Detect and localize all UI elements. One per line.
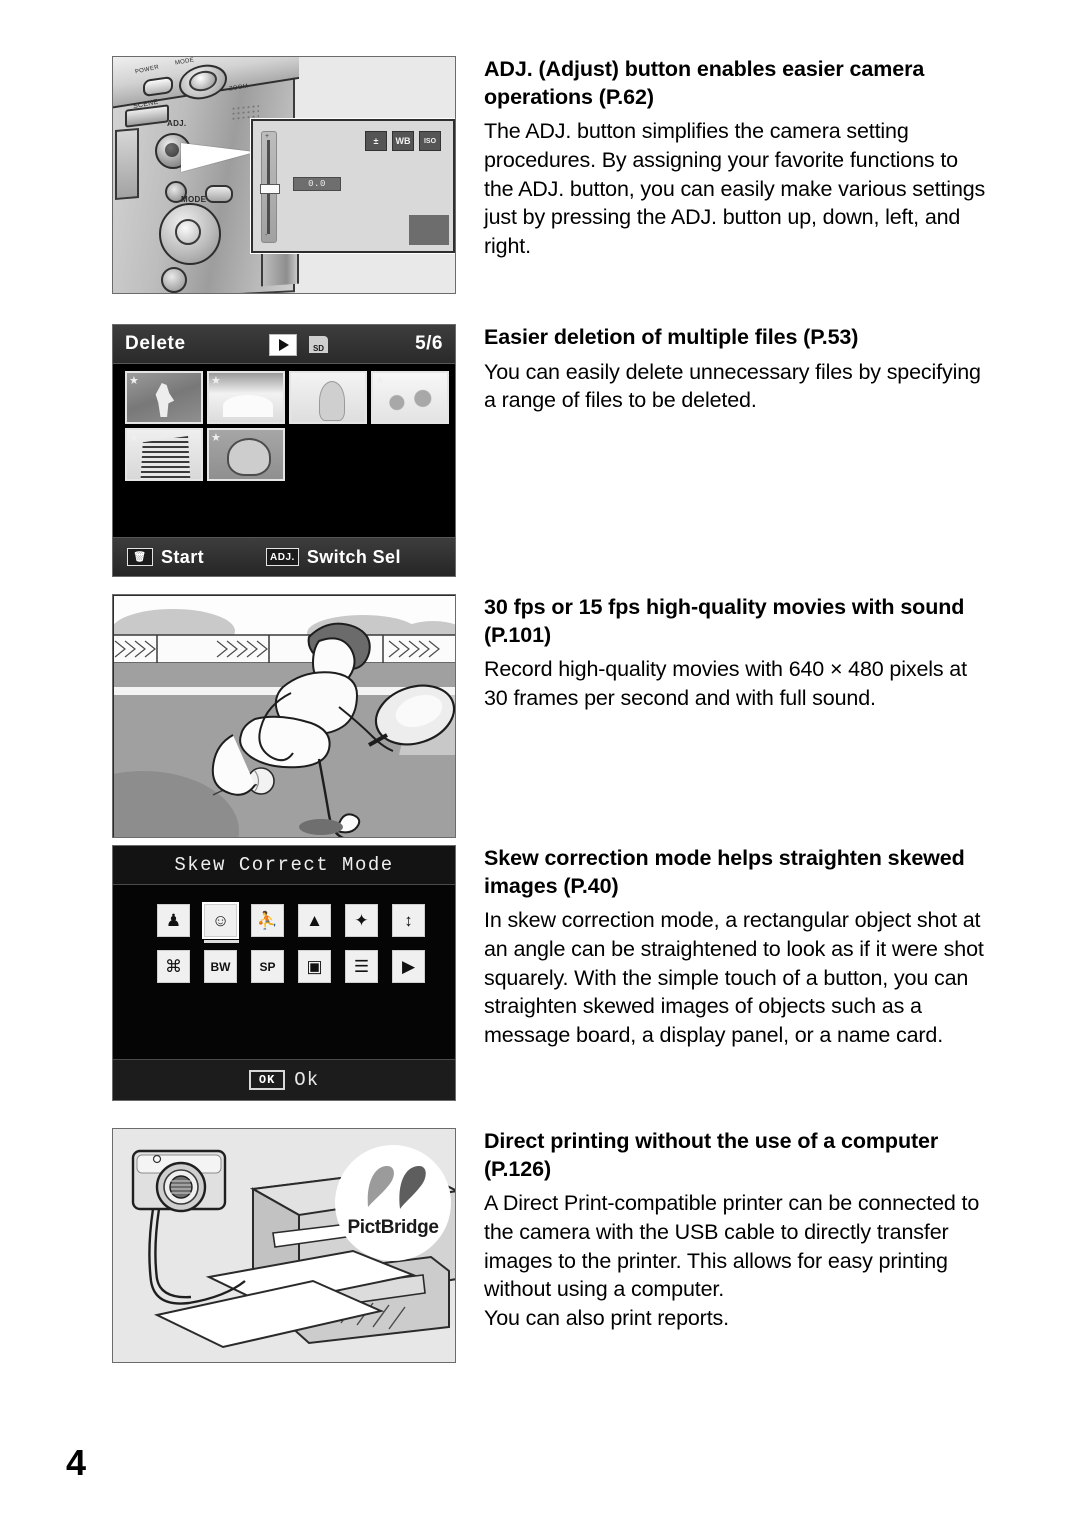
- skew-screen-header: Skew Correct Mode: [113, 846, 455, 885]
- tennis-player-figure: [112, 594, 456, 838]
- text-mode-icon[interactable]: ☰: [345, 950, 378, 983]
- exposure-readout: 0.0: [293, 177, 341, 191]
- selection-mark-icon: ★: [129, 375, 139, 387]
- section-body-secondary: You can also print reports.: [484, 1306, 729, 1331]
- high-sensitivity-mode-icon[interactable]: ↕: [392, 904, 425, 937]
- selection-mark-icon: ★: [211, 375, 221, 387]
- page-number: 4: [66, 1442, 87, 1483]
- pictbridge-badge: PictBridge: [335, 1145, 451, 1261]
- portrait-mode-icon[interactable]: ♟: [157, 904, 190, 937]
- lcd-icon-row: ± WB ISO: [365, 131, 441, 151]
- text-column: Direct printing without the use of a com…: [484, 1128, 992, 1333]
- figure-column: [112, 594, 460, 838]
- secondary-button-icon: [205, 185, 233, 203]
- black-and-white-mode-icon[interactable]: BW: [204, 950, 237, 983]
- sepia-mode-icon[interactable]: SP: [251, 950, 284, 983]
- selection-mark-icon: ★: [211, 432, 221, 444]
- section-body: A Direct Print-compatible printer can be…: [484, 1191, 980, 1302]
- ok-key-icon: OK: [248, 1070, 286, 1090]
- pictbridge-label: PictBridge: [347, 1217, 439, 1238]
- face-mode-icon[interactable]: ☺: [202, 902, 239, 943]
- list-item[interactable]: ★: [289, 371, 367, 424]
- slider-knob: [260, 184, 280, 194]
- slider-plus-label: +: [265, 133, 270, 140]
- list-item[interactable]: ★: [125, 371, 203, 424]
- switch-sel-label: Switch Sel: [306, 546, 401, 567]
- nightscape-mode-icon[interactable]: ✦: [345, 904, 378, 937]
- tennis-illustration: [113, 595, 455, 837]
- file-counter: 5/6: [415, 333, 443, 354]
- skew-correct-mode-icon[interactable]: ▣: [298, 950, 331, 983]
- selection-mark-icon: ★: [293, 375, 303, 387]
- iso-icon: ISO: [419, 131, 441, 151]
- sports-mode-icon[interactable]: ⛹: [251, 904, 284, 937]
- delete-screen-title: Delete: [125, 333, 186, 354]
- white-balance-icon: WB: [392, 131, 414, 151]
- camera-side-panel: [115, 127, 139, 201]
- section-title: ADJ. (Adjust) button enables easier came…: [484, 57, 925, 109]
- delete-start-label: Start: [161, 546, 205, 567]
- exposure-compensation-icon: ±: [365, 131, 387, 151]
- list-item[interactable]: ★: [207, 428, 285, 481]
- adj-button-label: ADJ.: [167, 119, 187, 128]
- selection-mark-icon: ★: [375, 375, 385, 387]
- delete-screen-footer: 🗑 Start ADJ. Switch Sel: [113, 537, 455, 576]
- skew-correct-mode-figure: Skew Correct Mode ♟ ☺ ⛹ ▲ ✦ ↕ ⌘ BW SP ▣ …: [112, 845, 456, 1101]
- figure-column: Skew Correct Mode ♟ ☺ ⛹ ▲ ✦ ↕ ⌘ BW SP ▣ …: [112, 845, 460, 1101]
- adjust-slider-icon: + -: [260, 131, 280, 243]
- section-body: Record high-quality movies with 640 × 48…: [484, 657, 967, 710]
- text-column: Skew correction mode helps straighten sk…: [484, 845, 992, 1050]
- list-item[interactable]: ★: [371, 371, 449, 424]
- manual-page: POWER MODE ZOOM SCENE ADJ. MODE + - 0.0 …: [0, 0, 1080, 1528]
- skew-screen-footer: OK Ok: [113, 1059, 455, 1100]
- scene-mode-grid: ♟ ☺ ⛹ ▲ ✦ ↕ ⌘ BW SP ▣ ☰ ▶: [157, 902, 430, 986]
- ok-label: Ok: [294, 1069, 320, 1091]
- speaker-grille-icon: [231, 103, 259, 121]
- pictbridge-swoosh-icon: [367, 1165, 426, 1209]
- thumbnail-grid: ★ ★ ★ ★ ★ ★: [125, 371, 449, 481]
- playback-mode-icon: [269, 334, 297, 356]
- text-column: 30 fps or 15 fps high-quality movies wit…: [484, 594, 992, 713]
- text-column: ADJ. (Adjust) button enables easier came…: [484, 56, 992, 261]
- section-title: 30 fps or 15 fps high-quality movies wit…: [484, 595, 965, 647]
- skew-screen-title: Skew Correct Mode: [174, 854, 394, 876]
- delete-screen-figure: Delete SD 5/6 ★ ★ ★ ★ ★ ★ 🗑 Start ADJ. S…: [112, 324, 456, 577]
- section-body: In skew correction mode, a rectangular o…: [484, 908, 984, 1048]
- landscape-mode-icon[interactable]: ▲: [298, 904, 331, 937]
- section-body: The ADJ. button simplifies the camera se…: [484, 119, 986, 259]
- pictbridge-printer-figure: PictBridge: [112, 1128, 456, 1363]
- display-button-icon: [161, 267, 187, 293]
- figure-column: PictBridge: [112, 1128, 460, 1363]
- adj-key-icon: ADJ.: [266, 548, 299, 566]
- figure-column: POWER MODE ZOOM SCENE ADJ. MODE + - 0.0 …: [112, 56, 460, 294]
- trash-icon: 🗑: [127, 548, 153, 566]
- section-title: Direct printing without the use of a com…: [484, 1129, 939, 1181]
- lcd-subject-area: [409, 215, 449, 245]
- lcd-preview-panel: + - 0.0 ± WB ISO: [251, 119, 455, 253]
- switch-sel-control[interactable]: ADJ. Switch Sel: [266, 547, 401, 568]
- mode-dial-label: MODE: [181, 195, 207, 204]
- movie-mode-icon[interactable]: ▶: [392, 950, 425, 983]
- figure-column: Delete SD 5/6 ★ ★ ★ ★ ★ ★ 🗑 Start ADJ. S…: [112, 324, 460, 577]
- section-body: You can easily delete unnecessary files …: [484, 359, 981, 413]
- slider-minus-label: -: [265, 232, 268, 239]
- sd-card-icon: SD: [309, 336, 328, 353]
- selection-mark-icon: ★: [129, 432, 139, 444]
- camera-rear-adj-button-figure: POWER MODE ZOOM SCENE ADJ. MODE + - 0.0 …: [112, 56, 456, 294]
- delete-screen-header: Delete SD 5/6: [113, 325, 455, 364]
- text-column: Easier deletion of multiple files (P.53)…: [484, 324, 992, 415]
- delete-start-control[interactable]: 🗑 Start: [127, 547, 204, 568]
- section-title: Easier deletion of multiple files (P.53): [484, 325, 859, 349]
- callout-pointer: [181, 143, 255, 172]
- list-item[interactable]: ★: [207, 371, 285, 424]
- page-content: POWER MODE ZOOM SCENE ADJ. MODE + - 0.0 …: [112, 56, 992, 1386]
- section-title: Skew correction mode helps straighten sk…: [484, 846, 965, 898]
- menu-ok-button-icon: [175, 219, 201, 245]
- list-item[interactable]: ★: [125, 428, 203, 481]
- zoom-macro-mode-icon[interactable]: ⌘: [157, 950, 190, 983]
